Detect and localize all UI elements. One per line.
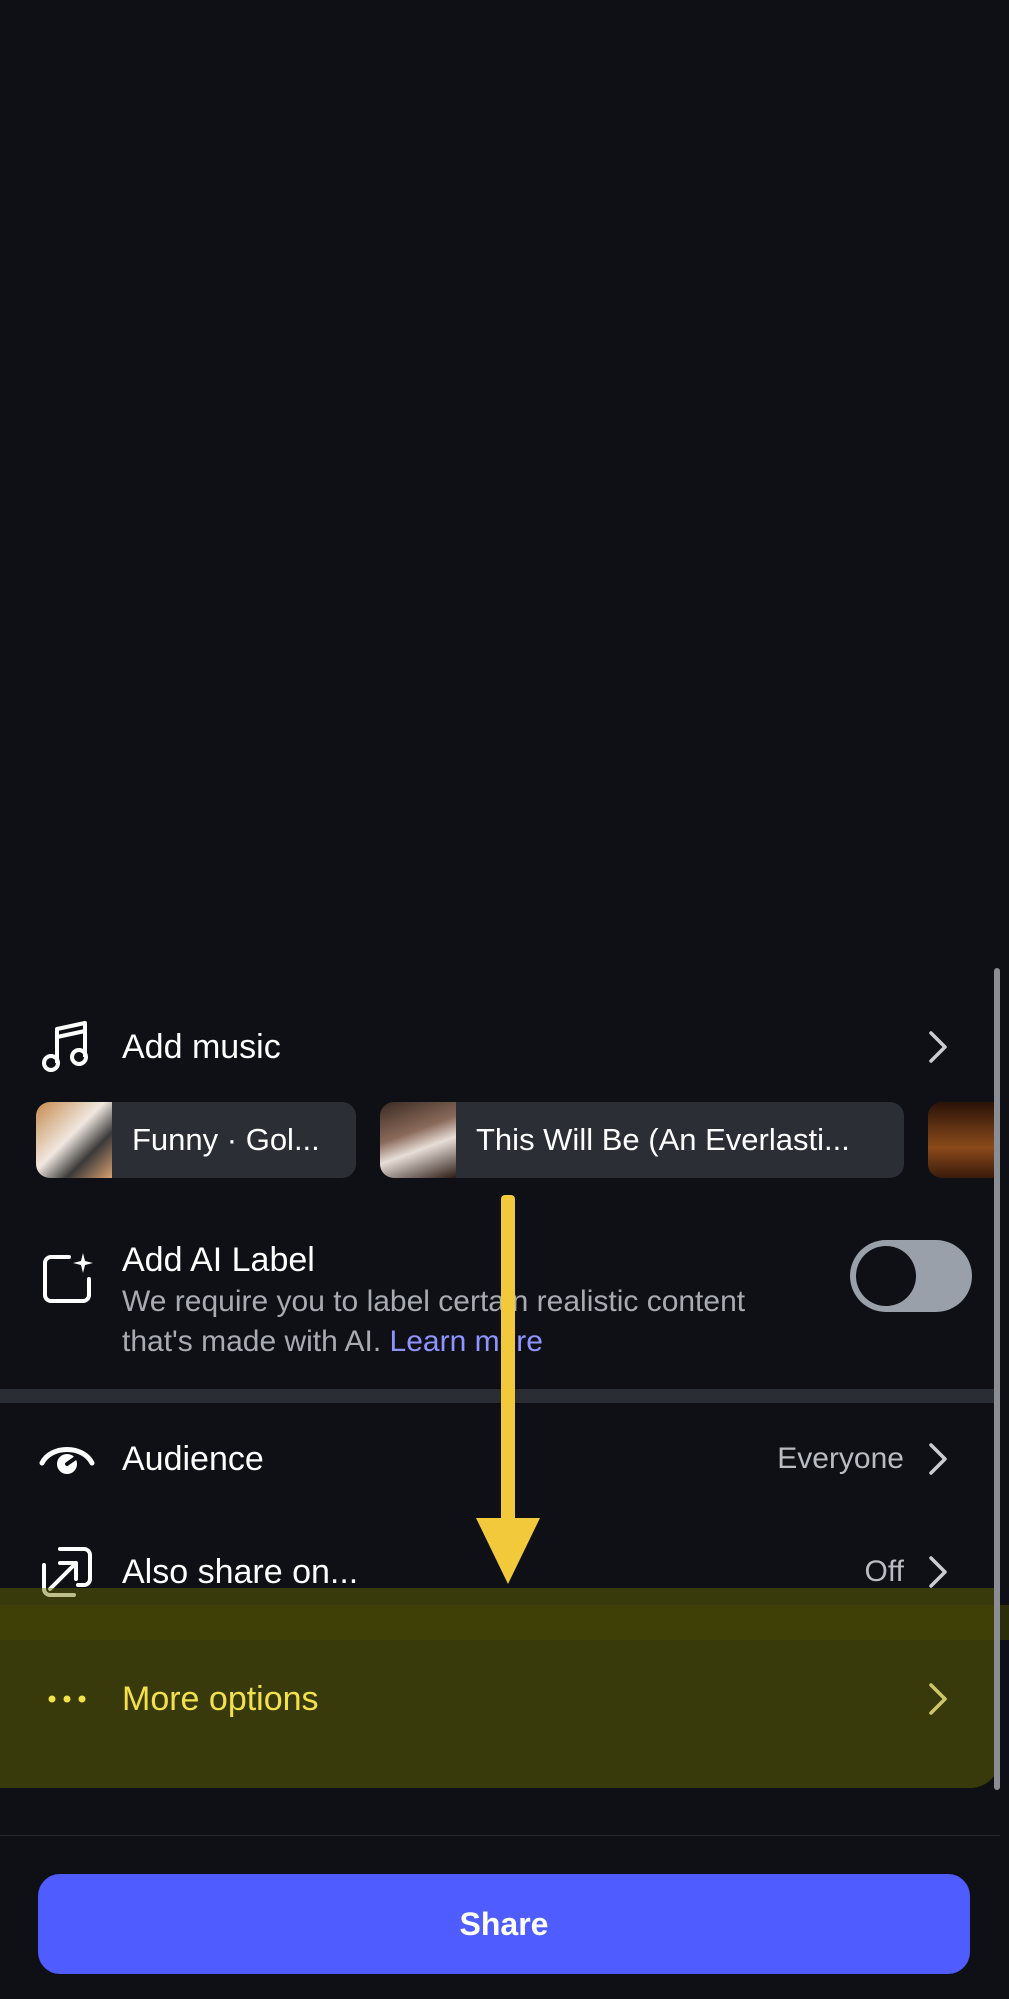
audience-value: Everyone [777, 1442, 904, 1475]
audience-label: Audience [122, 1439, 264, 1478]
music-chip[interactable] [928, 1102, 1000, 1178]
album-art-image [928, 1102, 1000, 1178]
music-note-icon [36, 1016, 98, 1078]
album-art-image [380, 1102, 456, 1178]
toggle-knob [856, 1246, 916, 1306]
music-chip-title: This Will Be (An Everlasti... [476, 1122, 850, 1157]
more-options-row[interactable]: More options [0, 1664, 1000, 1734]
audience-row[interactable]: Audience Everyone [0, 1424, 1000, 1494]
chevron-right-icon [922, 1031, 954, 1063]
highlighter-stroke [0, 1605, 1009, 1640]
music-chip-title: Funny · Gol... [132, 1122, 320, 1157]
ai-sparkle-icon [36, 1248, 98, 1310]
more-options-label: More options [122, 1679, 319, 1718]
ai-label-description: We require you to label certain realisti… [122, 1282, 762, 1362]
music-chip[interactable]: This Will Be (An Everlasti... [380, 1102, 904, 1178]
annotation-arrow-shaft [501, 1195, 515, 1525]
learn-more-link[interactable]: Learn more [390, 1325, 543, 1358]
scrollbar[interactable] [994, 968, 1000, 1790]
share-button[interactable]: Share [38, 1874, 970, 1974]
also-share-label: Also share on... [122, 1552, 359, 1591]
chevron-right-icon [922, 1556, 954, 1588]
eye-icon [36, 1428, 98, 1490]
video-preview-area [0, 0, 1009, 960]
add-music-row[interactable]: Add music [0, 1012, 1000, 1082]
bottom-separator [0, 1835, 1000, 1836]
more-dots-icon [36, 1668, 98, 1730]
chevron-right-icon [922, 1683, 954, 1715]
also-share-value: Off [864, 1555, 904, 1588]
section-divider [0, 1389, 1000, 1403]
annotation-arrow-head [476, 1518, 540, 1584]
chevron-right-icon [922, 1443, 954, 1475]
music-chip[interactable]: Funny · Gol... [36, 1102, 356, 1178]
ai-label-toggle[interactable] [850, 1240, 972, 1312]
ai-label-title: Add AI Label [122, 1240, 315, 1279]
add-music-label: Add music [122, 1027, 281, 1066]
album-art-image [36, 1102, 112, 1178]
music-suggestions: Funny · Gol... This Will Be (An Everlast… [36, 1102, 1000, 1178]
